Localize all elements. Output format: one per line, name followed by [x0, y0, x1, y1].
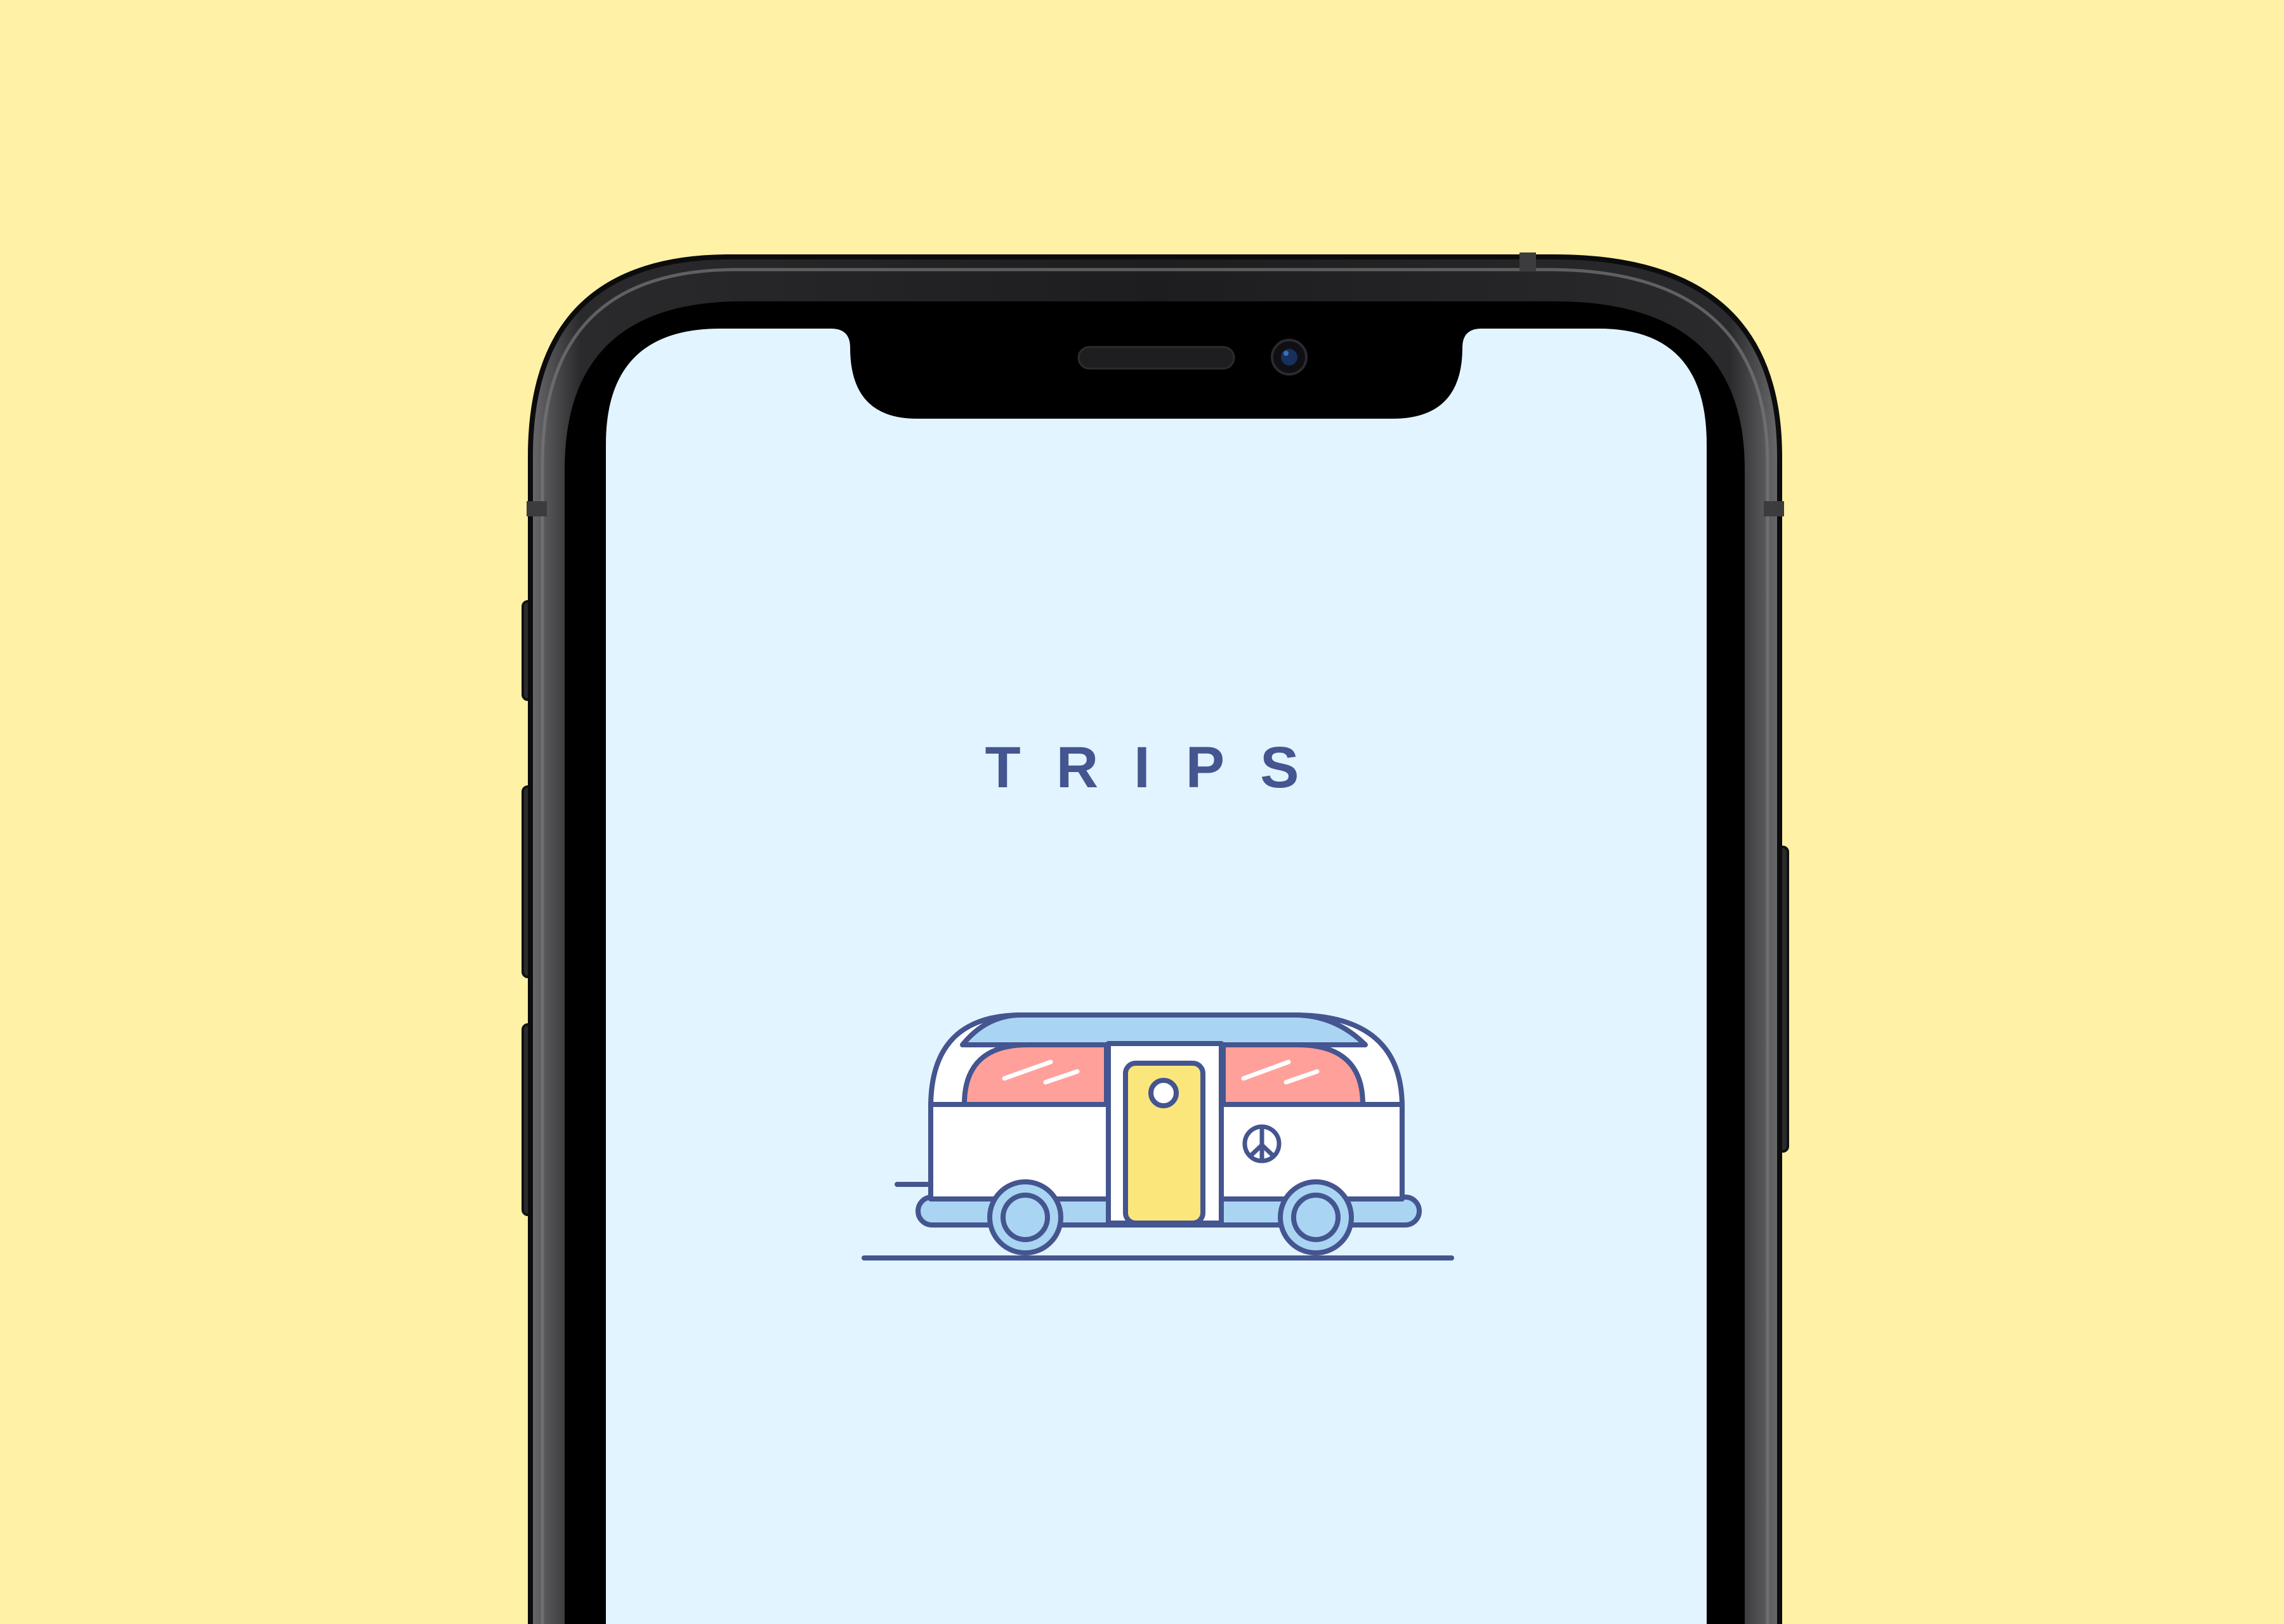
app-title: TRIPS: [985, 735, 1335, 800]
van-front-wheel: [987, 1179, 1063, 1255]
mockup-scene: [0, 0, 2284, 1624]
van-door-porthole: [1148, 1078, 1179, 1108]
antenna-band: [1764, 501, 1784, 516]
app-screen: [606, 329, 1707, 1624]
earpiece-speaker: [1077, 346, 1235, 370]
van-rear-window: [1221, 1042, 1365, 1107]
peace-sign-icon: [1242, 1124, 1282, 1163]
van-roof: [960, 1012, 1368, 1047]
van-rear-wheel: [1278, 1179, 1354, 1255]
antenna-band: [1519, 252, 1536, 272]
van-front-window: [962, 1042, 1109, 1107]
antenna-band: [527, 501, 547, 516]
camper-van-icon: [862, 1012, 1454, 1261]
